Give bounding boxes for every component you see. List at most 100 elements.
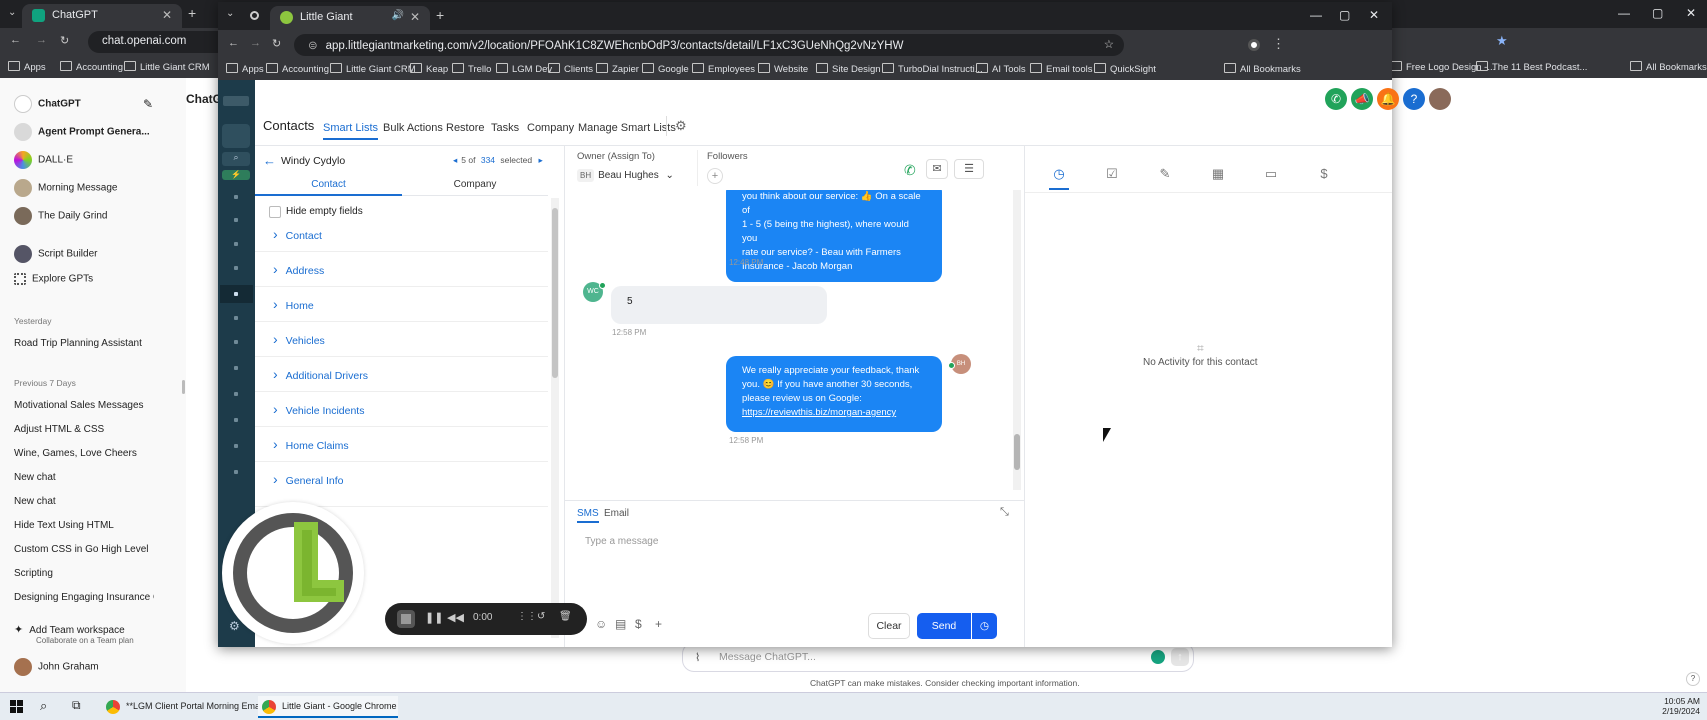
task-view-icon[interactable]: ⧉: [72, 698, 81, 713]
bookmark[interactable]: All Bookmarks: [1224, 63, 1301, 75]
schedule-clock-icon[interactable]: ◷: [972, 613, 997, 639]
stop-icon[interactable]: [397, 610, 415, 628]
bookmark[interactable]: All Bookmarks: [1630, 61, 1707, 73]
bookmark[interactable]: Little Giant CRM: [124, 61, 210, 73]
megaphone-icon[interactable]: 📣: [1351, 88, 1373, 110]
notes-pencil-icon[interactable]: ✎: [1157, 166, 1173, 182]
url-field[interactable]: ⊜ app.littlegiantmarketing.com/v2/locatio…: [294, 34, 1124, 56]
forward-icon[interactable]: →: [36, 34, 47, 46]
nav-memberships-icon[interactable]: [234, 444, 238, 448]
nav-contacts-icon[interactable]: [234, 266, 238, 270]
search-icon[interactable]: ⌕: [222, 152, 250, 166]
appointments-calendar-icon[interactable]: ▦: [1210, 166, 1226, 182]
bookmark[interactable]: Google: [642, 63, 689, 75]
bookmark[interactable]: Website: [758, 63, 808, 75]
back-icon[interactable]: ←: [228, 37, 239, 49]
user-menu[interactable]: John Graham: [14, 658, 99, 676]
section-address[interactable]: Address: [273, 261, 325, 277]
back-icon[interactable]: ←: [10, 34, 21, 46]
search-icon[interactable]: ⌕: [40, 698, 47, 714]
speaker-icon[interactable]: 🔊: [392, 10, 404, 21]
scrollbar[interactable]: [551, 198, 559, 638]
nav-sites-icon[interactable]: [234, 418, 238, 422]
new-tab-icon[interactable]: +: [188, 5, 196, 21]
close-window-icon[interactable]: ✕: [1686, 6, 1696, 20]
scrollbar[interactable]: [1013, 190, 1021, 490]
sidebar-item-script-builder[interactable]: Script Builder: [14, 245, 97, 263]
bookmark[interactable]: Clients: [548, 63, 593, 75]
sidebar-item-agent-prompt[interactable]: Agent Prompt Genera...: [14, 123, 150, 141]
nav-calendar-icon[interactable]: [234, 242, 238, 246]
grammarly-extension-icon[interactable]: [1248, 39, 1260, 51]
send-arrow-icon[interactable]: ↑: [1171, 648, 1189, 666]
tab-bulk-actions[interactable]: Bulk Actions: [383, 122, 443, 134]
tab-restore[interactable]: Restore: [446, 122, 485, 134]
history-item[interactable]: Scripting: [14, 568, 53, 579]
forward-icon[interactable]: →: [250, 37, 261, 49]
section-home-claims[interactable]: Home Claims: [273, 436, 349, 452]
filter-icon[interactable]: ☰: [954, 159, 984, 179]
bookmark[interactable]: Accounting: [60, 61, 123, 73]
tab-search-icon[interactable]: ⌄: [8, 7, 16, 18]
help-icon[interactable]: ?: [1686, 672, 1700, 686]
clock[interactable]: 10:05 AM 2/19/2024: [1640, 696, 1700, 716]
nav-conversations-icon[interactable]: [234, 218, 238, 222]
bookmark[interactable]: Little Giant CRM: [330, 63, 416, 75]
grid-icon[interactable]: ⋮⋮: [517, 611, 537, 622]
next-record-icon[interactable]: ▸: [538, 155, 542, 165]
phone-icon[interactable]: ✆: [1325, 88, 1347, 110]
pause-icon[interactable]: ❚❚: [425, 611, 443, 624]
help-icon[interactable]: ?: [1403, 88, 1425, 110]
nav-dashboard-icon[interactable]: [234, 195, 238, 199]
add-team-workspace[interactable]: ✦ Add Team workspace Collaborate on a Tea…: [14, 623, 134, 645]
new-tab-icon[interactable]: +: [436, 7, 444, 23]
history-item[interactable]: Road Trip Planning Assistant: [14, 338, 142, 349]
pager-total[interactable]: 334: [481, 155, 495, 165]
windows-start-icon[interactable]: [10, 700, 23, 713]
bookmark[interactable]: AI Tools: [976, 63, 1026, 75]
bg-tab-chatgpt[interactable]: ChatGPT ✕: [22, 4, 182, 28]
owner-select[interactable]: BH Beau Hughes ⌄: [577, 169, 685, 182]
bookmark[interactable]: Email tools: [1030, 63, 1092, 75]
bookmark[interactable]: Accounting: [266, 63, 329, 75]
collapse-icon[interactable]: ⤡: [1000, 506, 1009, 519]
sidebar-item-morning-message[interactable]: Morning Message: [14, 179, 117, 197]
nav-marketing-icon[interactable]: [234, 366, 238, 370]
reload-icon[interactable]: ↻: [60, 34, 69, 47]
history-item[interactable]: Motivational Sales Messages: [14, 400, 144, 411]
sidebar-item-daily-grind[interactable]: The Daily Grind: [14, 207, 107, 225]
history-item[interactable]: Hide Text Using HTML: [14, 520, 114, 531]
call-icon[interactable]: ✆: [904, 162, 916, 179]
history-item[interactable]: Custom CSS in Go High Level: [14, 544, 149, 555]
minimize-icon[interactable]: —: [1618, 6, 1630, 20]
section-vehicle-incidents[interactable]: Vehicle Incidents: [273, 401, 365, 417]
scrollbar-thumb[interactable]: [1014, 434, 1020, 470]
reload-icon[interactable]: ↻: [272, 37, 281, 50]
tab-little-giant[interactable]: Little Giant 🔊 ✕: [270, 6, 430, 30]
history-item[interactable]: New chat: [14, 472, 56, 483]
payments-dollar-icon[interactable]: $: [1316, 166, 1332, 182]
tab-tasks[interactable]: Tasks: [491, 122, 519, 134]
sidebar-item-dalle[interactable]: DALL·E: [14, 151, 73, 169]
payment-dollar-icon[interactable]: $: [635, 617, 642, 631]
compose-tab-sms[interactable]: SMS: [577, 508, 599, 523]
section-general-info[interactable]: General Info: [273, 471, 344, 487]
quick-actions-icon[interactable]: ⚡: [222, 170, 250, 180]
scrollbar-thumb[interactable]: [552, 208, 558, 378]
documents-icon[interactable]: ▭: [1263, 166, 1279, 182]
attach-icon[interactable]: ⌇: [695, 651, 700, 664]
send-button[interactable]: Send: [917, 613, 971, 639]
add-icon[interactable]: +: [655, 617, 662, 631]
settings-gear-icon[interactable]: ⚙: [675, 118, 687, 134]
review-link[interactable]: https://reviewthis.biz/morgan-agency: [742, 406, 926, 420]
rewind-icon[interactable]: ◀◀: [447, 611, 464, 624]
bookmark[interactable]: QuickSight: [1094, 63, 1156, 75]
taskbar-app[interactable]: Little Giant - Google Chrome: [258, 696, 398, 718]
history-item[interactable]: Wine, Games, Love Cheers: [14, 448, 137, 459]
section-home[interactable]: Home: [273, 296, 314, 312]
section-additional-drivers[interactable]: Additional Drivers: [273, 366, 368, 382]
restart-icon[interactable]: ↺: [537, 611, 545, 622]
history-item[interactable]: Designing Engaging Insurance G: [14, 592, 154, 603]
email-icon[interactable]: ✉: [926, 159, 948, 179]
bookmark[interactable]: LGM Dev: [496, 63, 552, 75]
